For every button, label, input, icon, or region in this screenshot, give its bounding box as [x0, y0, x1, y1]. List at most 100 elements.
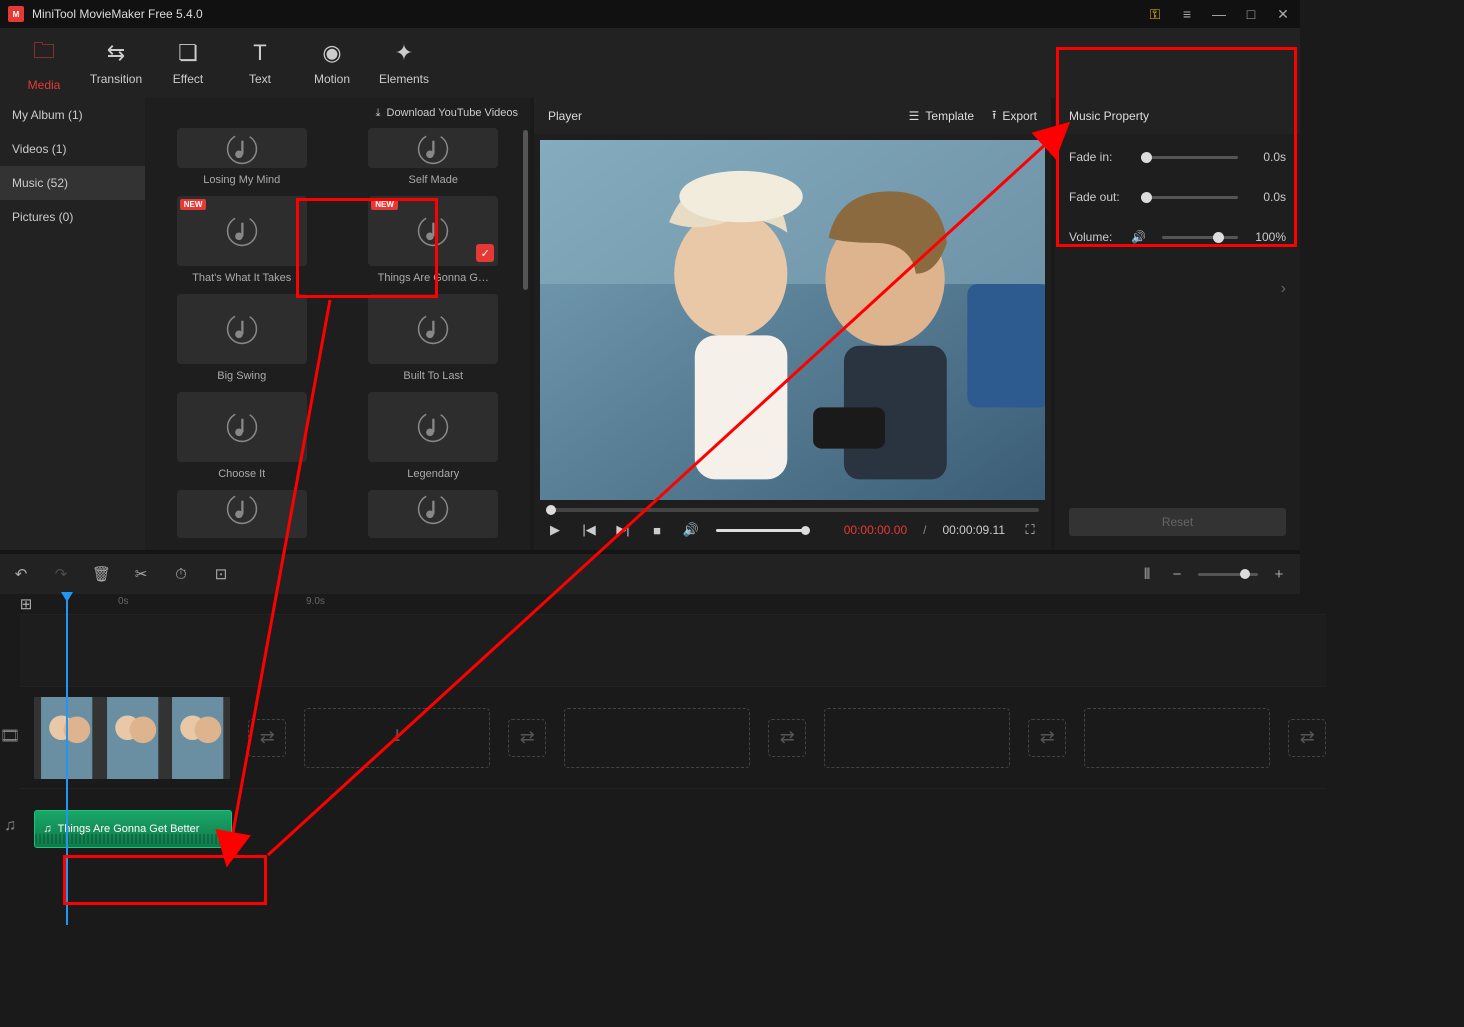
fade-in-row: Fade in: 0.0s	[1069, 150, 1286, 164]
text-track-icon	[0, 614, 20, 686]
maximize-button[interactable]: □	[1242, 5, 1260, 23]
fade-in-slider[interactable]	[1141, 156, 1238, 159]
expand-caret-icon[interactable]: ›	[1281, 280, 1286, 298]
new-badge: NEW	[180, 199, 207, 210]
top-tabs: 🗀 Media ⇆ Transition ❏ Effect T Text ◉ M…	[0, 28, 1300, 98]
layers-icon: ☰	[909, 109, 920, 123]
undo-button[interactable]: ↶	[12, 565, 30, 583]
title-bar: M MiniTool MovieMaker Free 5.4.0 ⚿ ≡ — □…	[0, 0, 1300, 28]
tab-effect[interactable]: ❏ Effect	[152, 28, 224, 98]
player-title: Player	[548, 109, 891, 123]
clip-slot[interactable]	[824, 708, 1010, 768]
folder-icon: 🗀	[33, 34, 55, 72]
text-track[interactable]	[20, 614, 1326, 686]
video-clip[interactable]	[34, 697, 230, 779]
media-card[interactable]: Losing My Mind	[155, 128, 329, 186]
time-duration: 00:00:09.11	[942, 523, 1005, 537]
cloud-download-icon: ⤓	[376, 107, 381, 120]
stop-button[interactable]: ■	[648, 523, 666, 538]
close-button[interactable]: ✕	[1274, 5, 1292, 23]
zoom-out-button[interactable]: −	[1168, 566, 1186, 583]
tab-motion[interactable]: ◉ Motion	[296, 28, 368, 98]
audio-clip[interactable]: ♫ Things Are Gonna Get Better	[34, 810, 232, 848]
media-scrollbar[interactable]	[523, 130, 528, 290]
fade-out-slider[interactable]	[1141, 196, 1238, 199]
media-thumb	[368, 128, 498, 168]
sidebar-item-myalbum[interactable]: My Album (1)	[0, 98, 145, 132]
video-track[interactable]: ⇄ ⭳ ⇄ ⇄ ⇄ ⇄	[20, 686, 1326, 788]
transition-icon: ⇆	[107, 40, 125, 66]
transition-slot[interactable]: ⇄	[1028, 719, 1066, 757]
redo-button[interactable]: ↷	[52, 565, 70, 583]
menu-icon[interactable]: ≡	[1178, 5, 1196, 23]
download-youtube-link[interactable]: ⤓ Download YouTube Videos	[145, 98, 530, 128]
media-thumb	[177, 294, 307, 364]
fullscreen-button[interactable]: ⛶	[1021, 522, 1039, 538]
media-card[interactable]: Built To Last	[347, 294, 521, 382]
transition-slot[interactable]: ⇄	[1288, 719, 1326, 757]
key-icon[interactable]: ⚿	[1146, 5, 1164, 23]
media-card-label: Built To Last	[403, 370, 463, 382]
transition-slot[interactable]: ⇄	[768, 719, 806, 757]
volume-slider[interactable]	[1162, 236, 1238, 239]
property-panel: Music Property Fade in: 0.0s Fade out: 0…	[1055, 98, 1300, 550]
media-card[interactable]: NEW✓Things Are Gonna G…	[347, 196, 521, 284]
media-thumb	[368, 392, 498, 462]
media-card[interactable]	[347, 490, 521, 538]
tab-media[interactable]: 🗀 Media	[8, 28, 80, 98]
player-progress[interactable]	[546, 508, 1039, 512]
zoom-slider[interactable]	[1198, 573, 1258, 576]
sidebar-item-videos[interactable]: Videos (1)	[0, 132, 145, 166]
media-card[interactable]: NEWThat's What It Takes	[155, 196, 329, 284]
audio-track[interactable]: ♫ Things Are Gonna Get Better	[20, 788, 1326, 868]
tab-transition[interactable]: ⇆ Transition	[80, 28, 152, 98]
template-button[interactable]: ☰ Template	[909, 109, 974, 123]
sidebar-item-music[interactable]: Music (52)	[0, 166, 145, 200]
play-button[interactable]: ▶	[546, 522, 564, 538]
transition-slot[interactable]: ⇄	[248, 719, 286, 757]
volume-icon[interactable]: 🔊	[682, 522, 700, 538]
sidebar-item-pictures[interactable]: Pictures (0)	[0, 200, 145, 234]
add-track-button[interactable]: ⊞	[17, 595, 35, 613]
timeline-ruler[interactable]: 0s 9.0s	[104, 594, 1300, 614]
fade-out-value: 0.0s	[1248, 190, 1286, 204]
delete-button[interactable]: 🗑	[92, 565, 110, 583]
speed-button[interactable]: ⏱	[172, 566, 190, 583]
split-button[interactable]: ✂	[132, 565, 150, 583]
media-card-label: Legendary	[407, 468, 459, 480]
media-card[interactable]: Big Swing	[155, 294, 329, 382]
media-card[interactable]: Legendary	[347, 392, 521, 480]
volume-value: 100%	[1248, 230, 1286, 244]
clip-slot[interactable]	[564, 708, 750, 768]
timeline-playhead[interactable]	[66, 595, 68, 925]
crop-button[interactable]: ⊡	[212, 565, 230, 583]
tab-label: Effect	[173, 72, 203, 86]
audio-clip-label: Things Are Gonna Get Better	[58, 823, 200, 835]
progress-handle[interactable]	[546, 505, 556, 515]
media-card[interactable]	[155, 490, 329, 538]
video-preview	[540, 140, 1045, 500]
tab-label: Media	[28, 78, 61, 92]
tab-elements[interactable]: ✦ Elements	[368, 28, 440, 98]
export-button[interactable]: ⭱ Export	[992, 106, 1037, 127]
snap-icon[interactable]: ⦀	[1138, 566, 1156, 583]
minimize-button[interactable]: —	[1210, 5, 1228, 23]
prev-frame-button[interactable]: |◀	[580, 522, 598, 538]
clip-slot[interactable]: ⭳	[304, 708, 490, 768]
player-volume-slider[interactable]	[716, 529, 806, 532]
tab-text[interactable]: T Text	[224, 28, 296, 98]
media-thumb: NEW✓	[368, 196, 498, 266]
clip-slot[interactable]	[1084, 708, 1270, 768]
media-thumb: NEW	[177, 196, 307, 266]
ruler-mark-0: 0s	[118, 596, 129, 607]
media-thumb	[368, 490, 498, 538]
next-frame-button[interactable]: ▶|	[614, 522, 632, 538]
transition-slot[interactable]: ⇄	[508, 719, 546, 757]
media-card[interactable]: Choose It	[155, 392, 329, 480]
zoom-in-button[interactable]: +	[1270, 566, 1288, 583]
reset-button[interactable]: Reset	[1069, 508, 1286, 536]
effect-icon: ❏	[178, 40, 198, 66]
property-title: Music Property	[1055, 98, 1300, 134]
media-card[interactable]: Self Made	[347, 128, 521, 186]
tab-label: Motion	[314, 72, 350, 86]
